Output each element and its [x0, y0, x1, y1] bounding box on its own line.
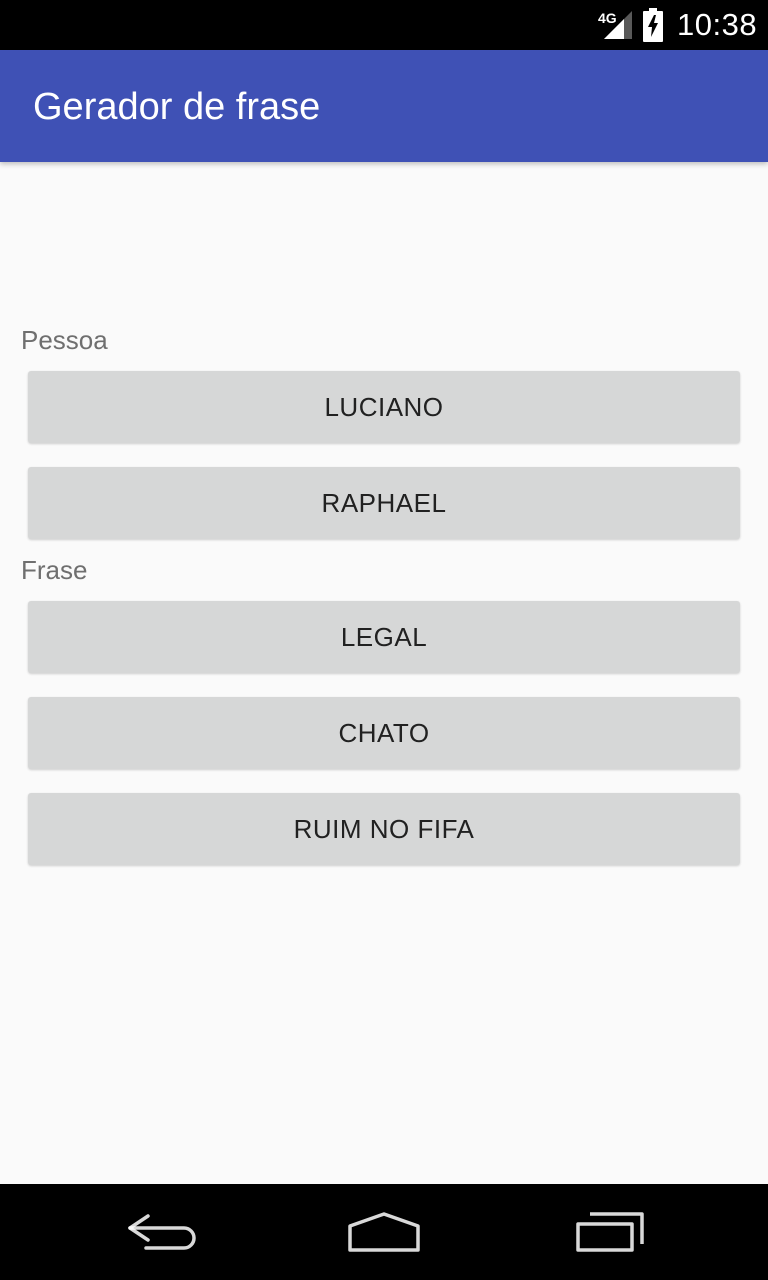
- ruim-no-fifa-button[interactable]: RUIM NO FIFA: [28, 793, 740, 865]
- app-bar: Gerador de frase: [0, 50, 768, 162]
- page-title: Gerador de frase: [33, 86, 321, 128]
- luciano-button[interactable]: LUCIANO: [28, 371, 740, 443]
- chato-button[interactable]: CHATO: [28, 697, 740, 769]
- status-clock: 10:38: [677, 7, 758, 42]
- recent-apps-icon[interactable]: [570, 1208, 650, 1256]
- network-type-label: 4G: [598, 10, 617, 26]
- navigation-bar: [0, 1184, 768, 1280]
- pessoa-label: Pessoa: [21, 325, 108, 355]
- legal-button[interactable]: LEGAL: [28, 601, 740, 673]
- raphael-button[interactable]: RAPHAEL: [28, 467, 740, 539]
- battery-charging-icon: [643, 8, 663, 42]
- status-bar: 4G 10:38: [0, 0, 768, 50]
- frase-label: Frase: [21, 555, 88, 585]
- home-icon[interactable]: [344, 1208, 424, 1256]
- back-icon[interactable]: [120, 1208, 200, 1256]
